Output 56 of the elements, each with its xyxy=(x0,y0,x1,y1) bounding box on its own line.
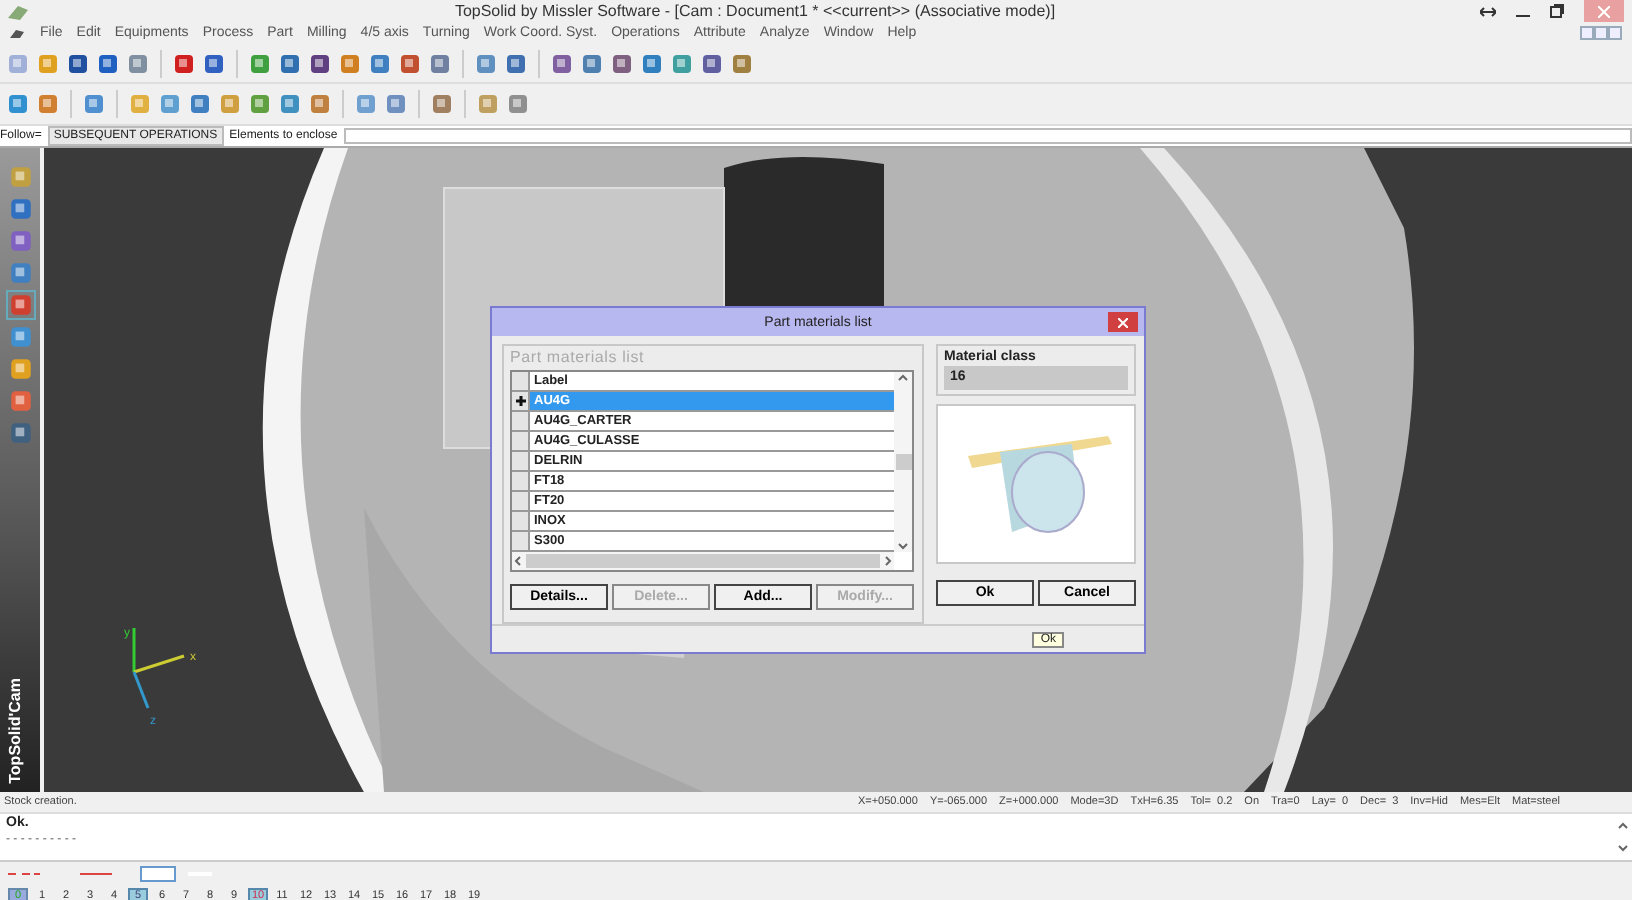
vertical-scrollbar[interactable] xyxy=(894,372,912,552)
scroll-down-icon[interactable] xyxy=(1617,844,1627,853)
window-title: TopSolid by Missler Software - [Cam : Document1 * <<current>> (Associative mode)] xyxy=(452,2,1058,20)
toolbar-icon[interactable] xyxy=(96,51,120,75)
solid-line-style-icon[interactable] xyxy=(80,869,112,877)
toolbar-icon[interactable] xyxy=(428,51,452,75)
toolbar-icon[interactable] xyxy=(278,92,302,116)
scroll-left-icon[interactable] xyxy=(514,556,522,566)
sidebar-tool-icon[interactable] xyxy=(7,292,33,318)
close-icon[interactable] xyxy=(1118,317,1128,327)
toolbar-icon[interactable] xyxy=(308,51,332,75)
scroll-up-icon[interactable] xyxy=(1617,821,1627,830)
sidebar-tool-icon[interactable] xyxy=(7,260,33,286)
resize-arrow-icon[interactable] xyxy=(1480,5,1496,17)
axis-triad-icon xyxy=(132,628,185,709)
sidebar-tool-icon[interactable] xyxy=(7,356,33,382)
toolbar-icon[interactable] xyxy=(172,51,196,75)
scroll-down-icon[interactable] xyxy=(898,542,908,550)
horizontal-scrollbar[interactable] xyxy=(512,552,894,570)
sidebar-tool-icon[interactable] xyxy=(7,324,33,350)
toolbar-icon[interactable] xyxy=(550,51,574,75)
toolbar-icon[interactable] xyxy=(730,51,754,75)
group-title: Part materials list xyxy=(510,348,645,366)
toolbar-icon[interactable] xyxy=(398,51,422,75)
toolbar-icon[interactable] xyxy=(6,92,30,116)
toolbar-icon[interactable] xyxy=(700,51,724,75)
toolbar-icon[interactable] xyxy=(504,51,528,75)
close-button[interactable] xyxy=(1584,0,1624,22)
scrollbar-thumb[interactable] xyxy=(895,454,911,470)
toolbar-icon[interactable] xyxy=(188,92,212,116)
app-menu-icon[interactable] xyxy=(8,27,26,39)
toolbar-icon[interactable] xyxy=(430,92,454,116)
sidebar-tool-icon[interactable] xyxy=(7,228,33,254)
row-pointer-icon xyxy=(515,396,525,406)
scroll-right-icon[interactable] xyxy=(884,556,892,566)
close-icon[interactable] xyxy=(1598,5,1610,17)
brand-label: TopSolid'Cam xyxy=(6,678,24,784)
document-window-controls-icon[interactable] xyxy=(1580,26,1624,40)
scroll-up-icon[interactable] xyxy=(898,374,908,382)
dashed-line-style-icon[interactable] xyxy=(8,869,40,877)
app-logo-icon xyxy=(6,1,30,21)
line-width-icon[interactable] xyxy=(140,865,176,881)
toolbar-icon[interactable] xyxy=(580,51,604,75)
toolbar-icon[interactable] xyxy=(368,51,392,75)
toolbar-icon[interactable] xyxy=(278,51,302,75)
toolbar-icon[interactable] xyxy=(202,51,226,75)
toolbar-icon[interactable] xyxy=(610,51,634,75)
sidebar-tool-icon[interactable] xyxy=(7,196,33,222)
restore-icon[interactable] xyxy=(1550,4,1564,18)
toolbar-icon[interactable] xyxy=(66,51,90,75)
sidebar-tool-icon[interactable] xyxy=(7,420,33,446)
sidebar-tool-icon[interactable] xyxy=(7,388,33,414)
toolbar-icon[interactable] xyxy=(640,51,664,75)
close-button[interactable] xyxy=(1108,312,1138,332)
sidebar-tool-icon[interactable] xyxy=(7,164,33,190)
input-field[interactable] xyxy=(343,128,1632,144)
